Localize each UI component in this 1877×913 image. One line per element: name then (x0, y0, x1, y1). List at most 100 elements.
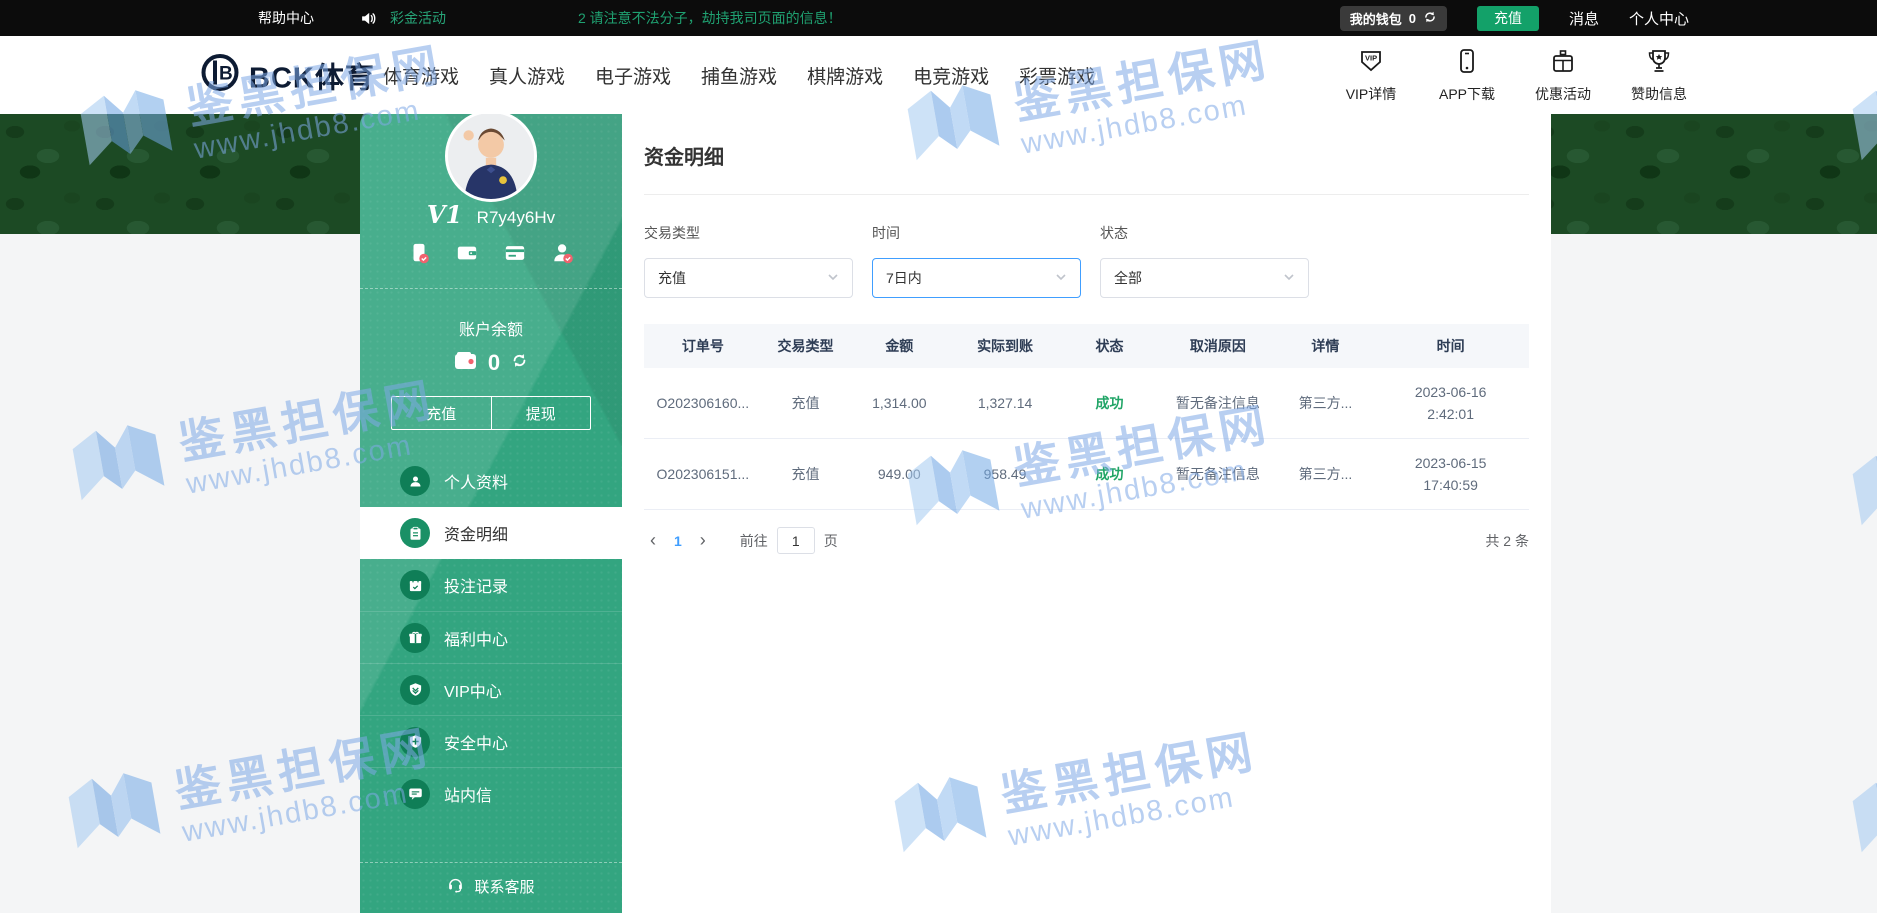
topbar-recharge-button[interactable]: 充值 (1477, 6, 1539, 31)
filter-time: 时间 7日内 (872, 223, 1081, 298)
table-row: O202306151... 充值 949.00 958.49 成功 暂无备注信息… (644, 439, 1529, 510)
cancel-reason: 暂无备注信息 (1158, 393, 1277, 413)
page: 帮助中心 彩金活动 2 请注意不法分子，劫持我司页面的信息！ 我的钱包 0 充值… (0, 0, 1877, 913)
sidebar-item-profile[interactable]: 个人资料 (360, 455, 622, 507)
filter-label: 交易类型 (644, 223, 853, 243)
nav-item-esports[interactable]: 电竞游戏 (913, 62, 989, 89)
sidebar-item-funds[interactable]: 资金明细 (360, 507, 622, 559)
wallet-label: 我的钱包 (1350, 9, 1402, 28)
nav-item-cards[interactable]: 棋牌游戏 (807, 62, 883, 89)
total-count: 共 2 条 (1485, 531, 1529, 551)
messages-link[interactable]: 消息 (1569, 8, 1599, 29)
phone-icon (1453, 47, 1481, 78)
goto-page-input[interactable] (777, 527, 815, 554)
balance-row: 0 (360, 350, 622, 376)
filter-status: 状态 全部 (1100, 223, 1309, 298)
watermark-logo-icon (1841, 438, 1877, 554)
actual-amount: 1,327.14 (949, 395, 1061, 411)
quick-link-sponsor[interactable]: 赞助信息 (1631, 47, 1687, 104)
balance-wallet-icon (454, 351, 477, 376)
contact-service[interactable]: 联系客服 (360, 876, 622, 897)
wallet-icon[interactable] (456, 242, 478, 264)
sidebar-item-label: 个人资料 (444, 469, 508, 493)
divider (360, 862, 622, 863)
nav-item-live[interactable]: 真人游戏 (489, 62, 565, 89)
next-page-button[interactable]: › (694, 530, 712, 551)
notice-marquee: 2 请注意不法分子，劫持我司页面的信息！ (578, 0, 842, 36)
nav-item-fishing[interactable]: 捕鱼游戏 (701, 62, 777, 89)
col-header: 交易类型 (762, 336, 850, 356)
nav-item-lottery[interactable]: 彩票游戏 (1019, 62, 1095, 89)
quick-link-promo[interactable]: 优惠活动 (1535, 47, 1591, 104)
page-number[interactable]: 1 (674, 533, 682, 549)
sidebar-item-welfare[interactable]: 福利中心 (360, 611, 622, 663)
status-badge: 成功 (1061, 393, 1158, 413)
user-icon (400, 466, 430, 496)
wallet-amount: 0 (1409, 11, 1416, 26)
wallet-pill[interactable]: 我的钱包 0 (1340, 6, 1447, 31)
watermark-logo-icon (61, 413, 177, 529)
logo-icon: B (200, 53, 240, 98)
sidebar-item-bets[interactable]: 投注记录 (360, 559, 622, 611)
nav-menu: 体育游戏 真人游戏 电子游戏 捕鱼游戏 棋牌游戏 电竞游戏 彩票游戏 (383, 36, 1095, 114)
order-no: O202306151... (644, 466, 762, 482)
goto-prefix: 前往 (740, 531, 768, 551)
actual-amount: 958.49 (949, 466, 1061, 482)
watermark-logo-icon (1841, 765, 1877, 881)
cancel-reason: 暂无备注信息 (1158, 464, 1277, 484)
status-select[interactable]: 全部 (1100, 258, 1309, 298)
balance-buttons: 充值 提现 (391, 396, 591, 430)
detail-link[interactable]: 第三方... (1278, 464, 1374, 484)
watermark-logo-icon (57, 761, 173, 877)
nav-item-sports[interactable]: 体育游戏 (383, 62, 459, 89)
help-center-link[interactable]: 帮助中心 (258, 0, 314, 36)
sidebar-item-vip[interactable]: VIP中心 (360, 663, 622, 715)
headset-icon (447, 876, 464, 897)
logo[interactable]: B BCK体育 (200, 53, 375, 98)
trophy-icon (1645, 47, 1673, 78)
vip-center-icon (400, 675, 430, 705)
col-header: 时间 (1373, 336, 1528, 356)
profile-link[interactable]: 个人中心 (1629, 8, 1689, 29)
sidebar-item-label: 站内信 (444, 782, 492, 806)
prev-page-button[interactable]: ‹ (644, 530, 662, 551)
col-header: 订单号 (644, 336, 762, 356)
main-nav: B BCK体育 体育游戏 真人游戏 电子游戏 捕鱼游戏 棋牌游戏 电竞游戏 彩票… (0, 36, 1877, 114)
tx-clock: 17:40:59 (1373, 474, 1528, 496)
quick-link-app[interactable]: APP下载 (1439, 47, 1495, 104)
refresh-icon[interactable] (1423, 10, 1437, 27)
main-content: 资金明细 交易类型 充值 时间 7日内 状态 全部 (622, 114, 1551, 913)
withdraw-button[interactable]: 提现 (492, 397, 591, 429)
filters: 交易类型 充值 时间 7日内 状态 全部 (644, 223, 1529, 298)
chevron-down-icon (827, 270, 839, 286)
goto-page: 前往 页 (740, 527, 838, 554)
balance-amount: 0 (488, 350, 500, 376)
divider (360, 288, 622, 289)
time-select[interactable]: 7日内 (872, 258, 1081, 298)
nav-item-slots[interactable]: 电子游戏 (595, 62, 671, 89)
table-row: O202306160... 充值 1,314.00 1,327.14 成功 暂无… (644, 368, 1529, 439)
sidebar-item-security[interactable]: 安全中心 (360, 715, 622, 767)
quick-link-label: 赞助信息 (1631, 84, 1687, 104)
detail-link[interactable]: 第三方... (1278, 393, 1374, 413)
quick-link-vip[interactable]: VIP VIP详情 (1343, 47, 1399, 104)
select-value: 7日内 (886, 268, 922, 288)
sidebar-item-label: 安全中心 (444, 730, 508, 754)
chevron-down-icon (1283, 270, 1295, 286)
tx-time: 2023-06-15 17:40:59 (1373, 452, 1528, 497)
deposit-button[interactable]: 充值 (392, 397, 492, 429)
col-header: 详情 (1278, 336, 1374, 356)
user-row: V1 R7y4y6Hv (360, 200, 622, 229)
phone-verified-icon[interactable] (408, 242, 430, 264)
promo-link[interactable]: 彩金活动 (390, 0, 446, 36)
mail-icon (400, 779, 430, 809)
tx-time: 2023-06-16 2:42:01 (1373, 381, 1528, 426)
sidebar-item-mail[interactable]: 站内信 (360, 767, 622, 819)
person-verified-icon[interactable] (552, 242, 574, 264)
order-no: O202306160... (644, 395, 762, 411)
bankcard-icon[interactable] (504, 242, 526, 264)
avatar[interactable] (445, 110, 537, 202)
balance-refresh-icon[interactable] (511, 352, 528, 374)
transaction-type-select[interactable]: 充值 (644, 258, 853, 298)
tx-clock: 2:42:01 (1373, 403, 1528, 425)
